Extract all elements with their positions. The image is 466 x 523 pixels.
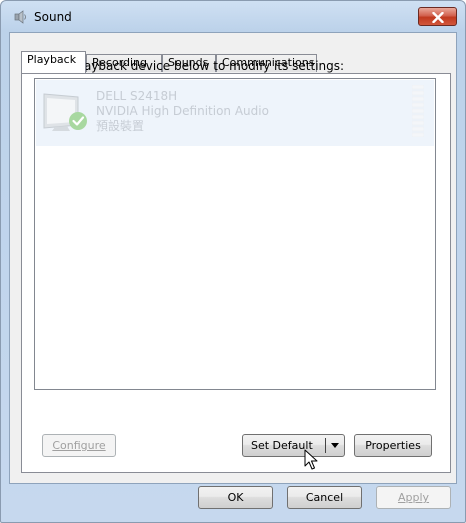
configure-button[interactable]: Configure [42,434,116,457]
apply-label: Apply [397,491,430,504]
device-list[interactable]: DELL S2418H NVIDIA High Definition Audio… [34,78,436,390]
sound-dialog: Sound Playback Recording Sounds Communic… [0,0,466,523]
properties-button[interactable]: Properties [354,434,432,457]
split-divider [325,438,326,453]
ok-button[interactable]: OK [198,486,273,509]
set-default-button[interactable]: Set Default [242,434,345,457]
cancel-button[interactable]: Cancel [287,486,362,509]
mouse-cursor-icon [304,449,318,470]
list-item[interactable]: DELL S2418H NVIDIA High Definition Audio… [36,80,434,146]
ok-label: OK [227,491,244,504]
tab-playback[interactable]: Playback [21,51,86,73]
monitor-speaker-icon [43,93,87,131]
close-icon [432,12,444,23]
chevron-down-icon[interactable] [331,443,339,448]
configure-label: Configure [52,439,106,452]
volume-level-meter [412,85,424,137]
device-name: DELL S2418H [96,89,178,103]
speaker-icon [13,9,29,25]
device-info: DELL S2418H NVIDIA High Definition Audio… [96,89,269,134]
properties-label: Properties [365,439,421,452]
title-bar[interactable]: Sound [1,1,465,33]
cancel-label: Cancel [305,491,344,504]
window-title: Sound [34,10,72,24]
device-driver: NVIDIA High Definition Audio [96,104,269,118]
close-button[interactable] [418,7,457,26]
apply-button[interactable]: Apply [376,486,451,509]
device-status: 預設裝置 [96,119,145,133]
